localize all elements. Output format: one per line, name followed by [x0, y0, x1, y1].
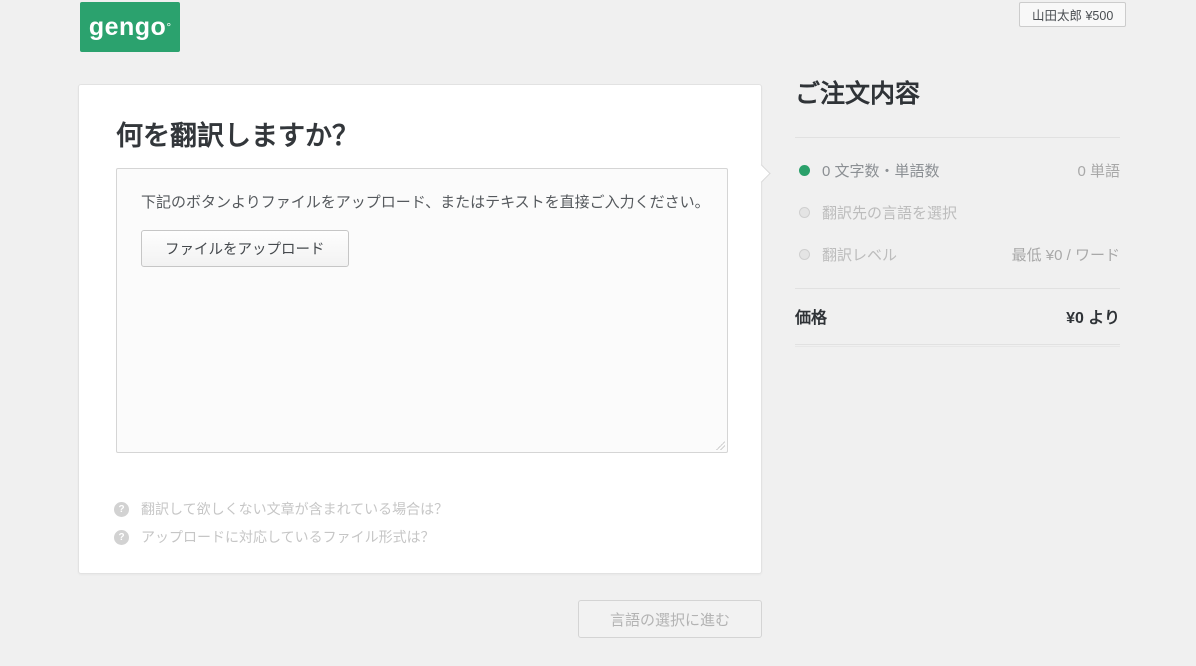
order-step-label: 翻訳先の言語を選択 [822, 202, 957, 223]
help-link-file-formats[interactable]: ? アップロードに対応しているファイル形式は？ [114, 523, 448, 551]
user-account-balance-button[interactable]: 山田太郎 ¥500 [1019, 2, 1126, 27]
help-link-label: アップロードに対応しているファイル形式は？ [141, 527, 435, 547]
resize-grip-icon[interactable] [716, 441, 725, 450]
step-pending-dot-icon [799, 249, 810, 260]
step-pointer-arrow [752, 164, 770, 182]
file-upload-button[interactable]: ファイルをアップロード [141, 230, 349, 267]
order-summary-title: ご注文内容 [795, 78, 1120, 110]
gengo-logo[interactable]: gengo° [80, 2, 180, 52]
question-mark-icon: ? [114, 530, 129, 545]
order-step-label: 翻訳レベル [822, 244, 897, 265]
registered-mark-icon: ° [166, 21, 171, 33]
order-page: gengo° 山田太郎 ¥500 何を翻訳しますか？ 下記のボタンよりファイルを… [0, 0, 1196, 666]
step-pending-dot-icon [799, 207, 810, 218]
help-link-label: 翻訳して欲しくない文章が含まれている場合は？ [141, 499, 448, 519]
order-step-translation-level: 翻訳レベル 最低 ¥0 / ワード [795, 233, 1120, 275]
source-text-input-area[interactable]: 下記のボタンよりファイルをアップロード、またはテキストを直接ご入力ください。 フ… [116, 168, 728, 453]
help-links: ? 翻訳して欲しくない文章が含まれている場合は？ ? アップロードに対応している… [114, 495, 448, 551]
user-account-balance-label: 山田太郎 ¥500 [1032, 5, 1113, 24]
price-label: 価格 [795, 304, 827, 328]
gengo-logo-text: gengo [89, 15, 167, 40]
order-step-word-count: 0 文字数・単語数 0 単語 [795, 149, 1120, 191]
upload-instruction-text: 下記のボタンよりファイルをアップロード、またはテキストを直接ご入力ください。 [141, 191, 716, 214]
order-step-target-language: 翻訳先の言語を選択 [795, 191, 1120, 233]
step-active-dot-icon [799, 165, 810, 176]
page-title: 何を翻訳しますか？ [116, 114, 359, 153]
help-link-excluded-text[interactable]: ? 翻訳して欲しくない文章が含まれている場合は？ [114, 495, 448, 523]
order-step-value: 最低 ¥0 / ワード [1012, 244, 1120, 265]
translation-source-card: 何を翻訳しますか？ 下記のボタンよりファイルをアップロード、またはテキストを直接… [78, 84, 762, 574]
price-value: ¥0 より [1066, 304, 1120, 328]
order-step-value: 0 単語 [1077, 160, 1120, 181]
proceed-to-language-selection-button[interactable]: 言語の選択に進む [578, 600, 762, 638]
order-step-label: 0 文字数・単語数 [822, 160, 940, 181]
question-mark-icon: ? [114, 502, 129, 517]
order-summary-panel: ご注文内容 0 文字数・単語数 0 単語 翻訳先の言語を選択 翻訳レベル 最低 … [795, 78, 1120, 347]
price-row: 価格 ¥0 より [795, 289, 1120, 344]
order-step-list: 0 文字数・単語数 0 単語 翻訳先の言語を選択 翻訳レベル 最低 ¥0 / ワ… [795, 138, 1120, 288]
divider [795, 344, 1120, 347]
